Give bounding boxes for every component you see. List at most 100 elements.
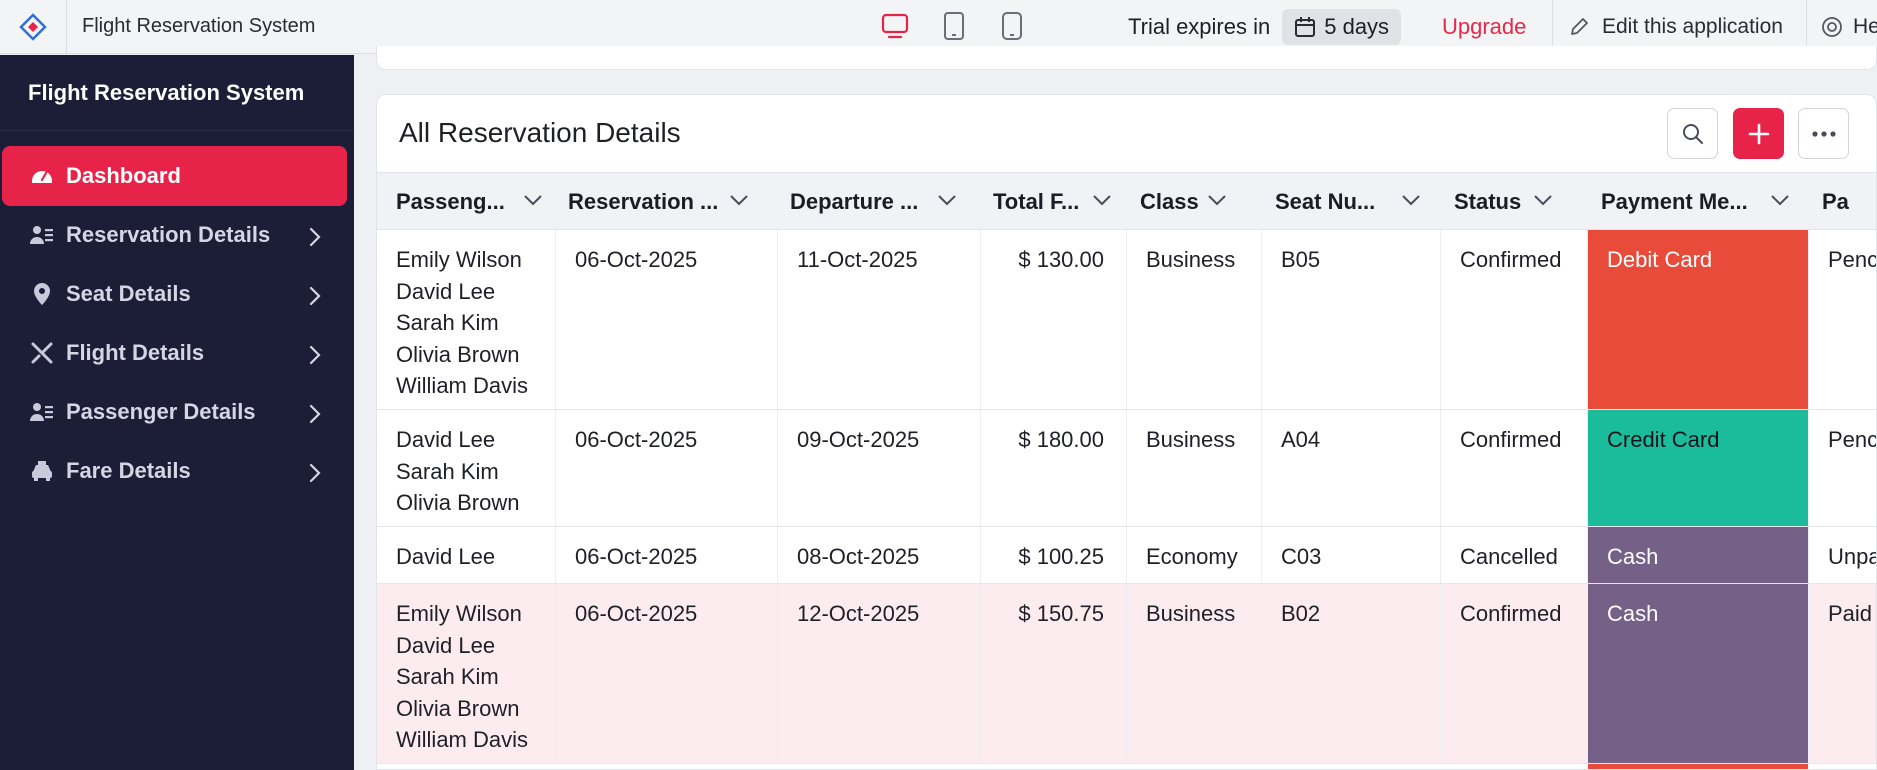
passenger-name: Emily Wilson: [396, 247, 522, 272]
sidebar-item-dashboard[interactable]: Dashboard: [2, 146, 347, 206]
cell-departure-date: 12-Oct-2025: [778, 584, 981, 763]
column-header-departure-date[interactable]: Departure ...: [771, 173, 973, 230]
cell-payment-method: Cash: [1588, 527, 1809, 583]
cell-seat-number: C03: [1262, 527, 1441, 583]
sidebar-item-label: Reservation Details: [66, 222, 271, 247]
sidebar-item-label: Fare Details: [66, 458, 191, 483]
gauge-icon: [28, 162, 56, 190]
column-header-passenger[interactable]: Passeng...: [377, 173, 547, 230]
cell-payment-method: Credit Card: [1588, 410, 1809, 526]
chevron-down-icon[interactable]: [1092, 193, 1112, 207]
chevron-down-icon[interactable]: [523, 193, 543, 207]
column-header-total-fare[interactable]: Total F...: [974, 173, 1120, 230]
map-pin-icon: [28, 280, 56, 308]
sidebar-item-flight-details[interactable]: Flight Details: [2, 323, 347, 383]
column-header-seat-number[interactable]: Seat Nu...: [1256, 173, 1434, 230]
chevron-right-icon: [309, 227, 321, 247]
cell-status: Confirmed: [1441, 230, 1588, 409]
cell-payment-status: Penc: [1828, 427, 1877, 452]
column-header-label: Payment Me...: [1601, 188, 1748, 214]
logo-icon: [19, 12, 47, 41]
add-record-button[interactable]: [1733, 108, 1784, 159]
table-header: Passeng... Reservation ... Departure ...…: [377, 172, 1876, 230]
chevron-down-icon[interactable]: [1770, 193, 1790, 207]
plus-icon: [1748, 123, 1769, 144]
column-header-status[interactable]: Status: [1435, 173, 1581, 230]
passenger-name: David Lee: [396, 632, 496, 658]
column-header-reservation-date[interactable]: Reservation ...: [549, 173, 769, 230]
edit-application-label: Edit this application: [1602, 15, 1783, 38]
cell-passengers: David Lee: [377, 527, 556, 583]
table-row[interactable]: Emily Wilson David Lee Sarah Kim Olivia …: [377, 584, 1876, 764]
passenger-name: Emily Wilson: [396, 601, 522, 626]
tablet-icon[interactable]: [940, 11, 968, 41]
cell-reservation-date: 06-Oct-2025: [556, 230, 778, 409]
chevron-down-icon[interactable]: [937, 193, 957, 207]
desktop-icon[interactable]: [880, 11, 910, 41]
cell-passengers: David Lee Sarah Kim Olivia Brown: [377, 410, 556, 526]
chevron-down-icon[interactable]: [1401, 193, 1421, 207]
column-header-label: Pa: [1822, 188, 1849, 214]
search-button[interactable]: [1667, 108, 1718, 159]
column-header-class[interactable]: Class: [1121, 173, 1255, 230]
sidebar-item-label: Seat Details: [66, 281, 191, 306]
trial-days-text: 5 days: [1324, 14, 1390, 39]
more-options-button[interactable]: [1798, 108, 1849, 159]
table-row[interactable]: Emily Wilson David Lee Sarah Kim Olivia …: [377, 230, 1877, 410]
chevron-right-icon: [309, 286, 321, 306]
app-title: Flight Reservation System: [82, 15, 316, 37]
passenger-name: David Lee: [396, 427, 496, 452]
cell-reservation-date: 06-Oct-2025: [556, 410, 778, 526]
cell-class: Business: [1127, 584, 1262, 763]
chevron-down-icon[interactable]: [1533, 193, 1553, 207]
cell-status: Confirmed: [1441, 410, 1588, 526]
cell-payment-status: Penc: [1828, 247, 1877, 272]
mobile-icon[interactable]: [998, 11, 1026, 41]
table-row[interactable]: David Lee Sarah Kim Olivia Brown 06-Oct-…: [377, 410, 1877, 527]
chevron-down-icon[interactable]: [1207, 193, 1227, 207]
cell-payment-status: Paid: [1828, 601, 1873, 626]
column-header-label: Reservation ...: [568, 188, 719, 214]
device-preview-switcher: [880, 11, 1026, 41]
sidebar: Flight Reservation System Dashboard Rese…: [0, 55, 354, 770]
sidebar-item-label: Passenger Details: [66, 399, 256, 424]
pencil-icon: [1571, 18, 1588, 35]
passenger-name: William Davis: [396, 727, 528, 752]
cell-seat-number: B05: [1262, 230, 1441, 409]
sidebar-item-label: Flight Details: [66, 340, 205, 365]
cell-class: Economy: [1127, 527, 1262, 583]
sidebar-item-seat-details[interactable]: Seat Details: [2, 264, 347, 324]
chevron-down-icon[interactable]: [729, 193, 749, 207]
sidebar-title: Flight Reservation System: [0, 55, 354, 131]
calendar-icon: [1295, 17, 1316, 37]
taxi-icon: [28, 457, 56, 485]
table-row[interactable]: [377, 764, 1876, 769]
search-icon: [1682, 123, 1703, 144]
cell-status: Confirmed: [1441, 584, 1588, 763]
previous-panel: [376, 46, 1877, 70]
column-header-label: Class: [1140, 188, 1199, 214]
chevron-right-icon: [309, 404, 321, 424]
cell-total-fare: $ 100.25: [981, 527, 1127, 583]
column-header-label: Departure ...: [790, 188, 919, 214]
cell-class: Business: [1127, 410, 1262, 526]
column-header-label: Status: [1454, 188, 1522, 214]
column-header-payment-status[interactable]: Pa: [1803, 173, 1876, 230]
passenger-name: William Davis: [396, 373, 528, 398]
column-header-label: Passeng...: [396, 188, 505, 214]
cell-reservation-date: 06-Oct-2025: [556, 584, 778, 763]
trial-label: Trial expires in: [1128, 14, 1271, 39]
sidebar-item-fare-details[interactable]: Fare Details: [2, 441, 347, 501]
table-row[interactable]: David Lee 06-Oct-2025 08-Oct-2025 $ 100.…: [377, 527, 1876, 584]
cell-reservation-date: 06-Oct-2025: [556, 527, 778, 583]
help-label: He: [1853, 15, 1877, 38]
chevron-right-icon: [309, 463, 321, 483]
passenger-name: David Lee: [396, 278, 496, 304]
app-logo[interactable]: [0, 0, 67, 54]
sidebar-item-reservation-details[interactable]: Reservation Details: [2, 205, 347, 265]
plane-icon: [28, 339, 56, 367]
sidebar-item-passenger-details[interactable]: Passenger Details: [2, 382, 347, 442]
column-header-payment-method[interactable]: Payment Me...: [1582, 173, 1802, 230]
cell-status: Cancelled: [1441, 527, 1588, 583]
cell-passengers: Emily Wilson David Lee Sarah Kim Olivia …: [377, 230, 556, 409]
